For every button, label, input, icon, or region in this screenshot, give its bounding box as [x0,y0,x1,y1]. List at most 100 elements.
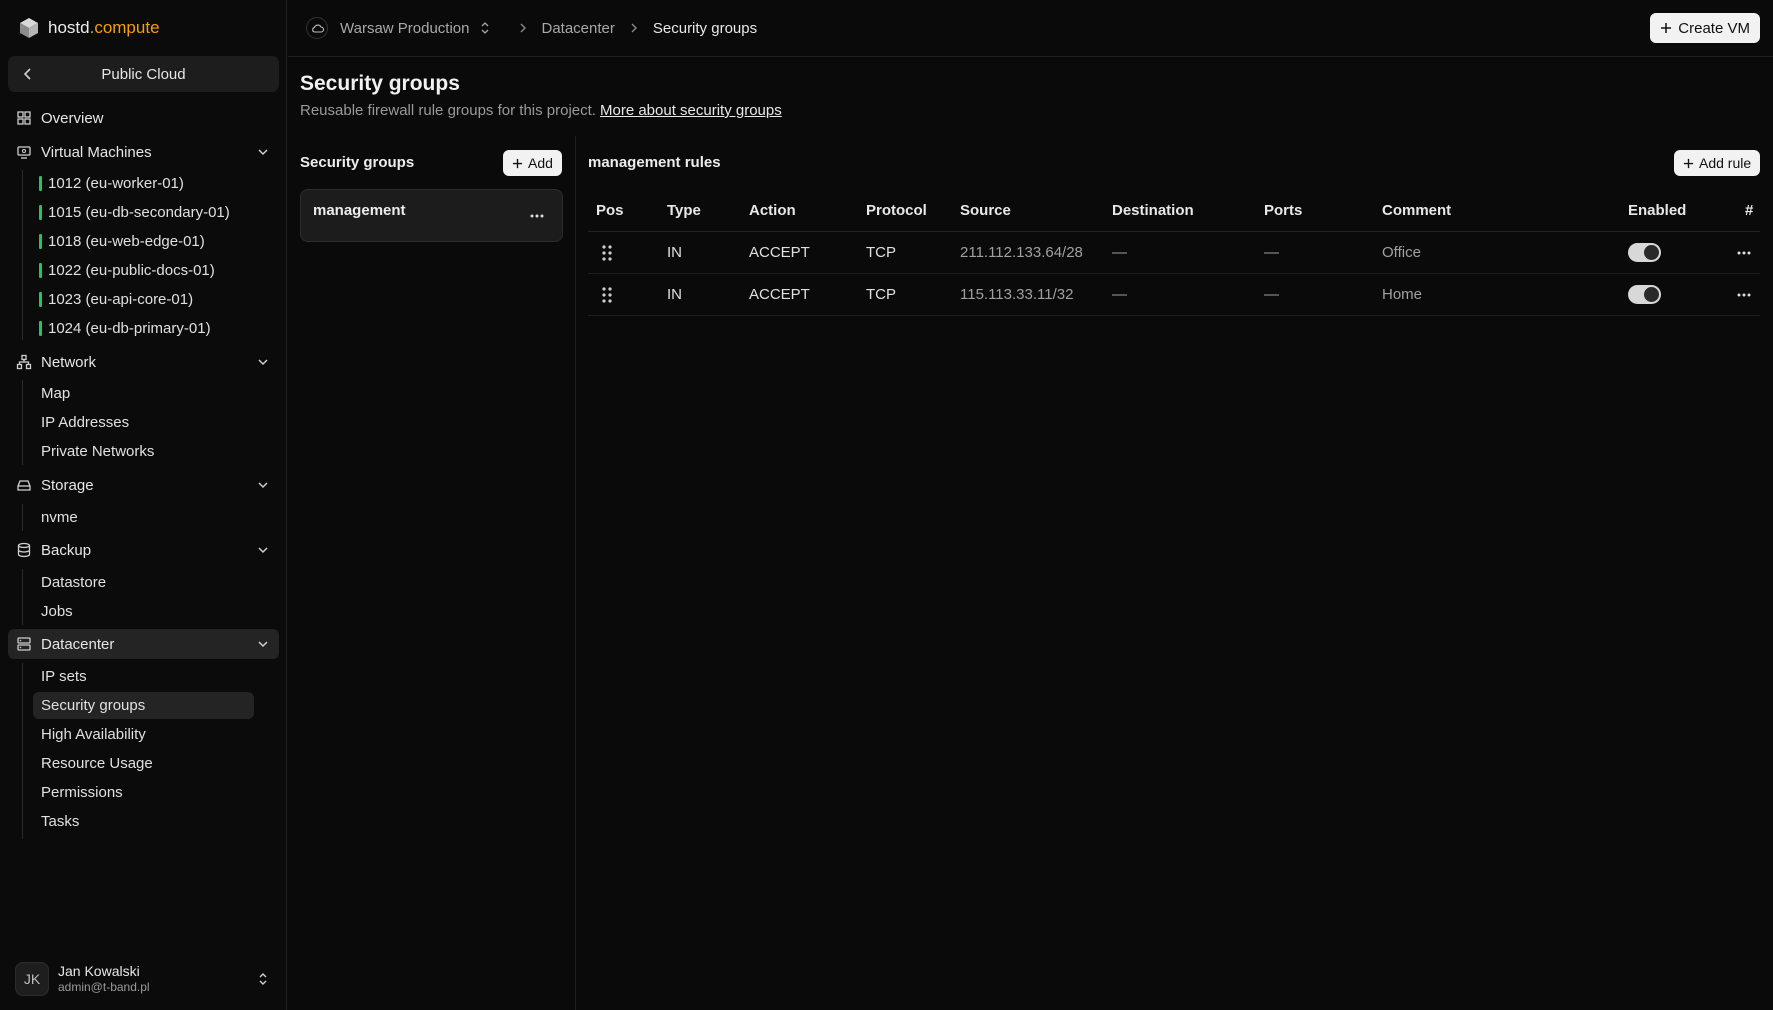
status-indicator [39,205,42,220]
nav-private-networks-label: Private Networks [41,443,155,460]
status-indicator [39,234,42,249]
panel-divider [575,136,576,1010]
rule-enabled-toggle[interactable] [1628,274,1661,315]
network-icon [16,354,32,370]
add-group-button[interactable]: Add [503,150,562,176]
vm-item-label: 1022 (eu-public-docs-01) [48,262,215,279]
chevron-down-icon [258,547,268,554]
brand-name: hostd [48,18,90,37]
nav-map[interactable]: Map [33,380,70,407]
breadcrumb: Warsaw Production Datacenter Security gr… [306,16,757,40]
col-pos: Pos [596,202,624,219]
rule-protocol: TCP [866,286,896,303]
nav-ip-addresses-label: IP Addresses [41,414,130,431]
project-switcher[interactable]: Warsaw Production [340,20,490,37]
rule-action: ACCEPT [749,244,810,261]
vm-item[interactable]: 1022 (eu-public-docs-01) [33,257,215,284]
chevron-right-icon [631,23,637,33]
nav-jobs[interactable]: Jobs [33,598,73,625]
nav-ip-addresses[interactable]: IP Addresses [33,409,129,436]
security-group-item[interactable]: management [300,189,563,242]
nav-high-availability[interactable]: High Availability [33,721,146,748]
nav-security-groups-label: Security groups [41,697,146,714]
col-enabled: Enabled [1628,202,1687,219]
nav-permissions[interactable]: Permissions [33,779,123,806]
rule-enabled-toggle[interactable] [1628,232,1661,273]
vm-item[interactable]: 1024 (eu-db-primary-01) [33,315,211,342]
backup-list: Datastore Jobs [22,569,106,625]
drag-handle-icon[interactable] [602,232,612,273]
chevrons-up-down-icon [481,22,488,34]
chevron-down-icon [258,149,268,156]
vm-item[interactable]: 1018 (eu-web-edge-01) [33,228,205,255]
network-list: Map IP Addresses Private Networks [22,380,154,465]
learn-more-link[interactable]: More about security groups [600,102,782,119]
rule-comment: Office [1382,244,1421,261]
page-subtitle-text: Reusable firewall rule groups for this p… [300,102,596,119]
nav-tasks-label: Tasks [41,813,80,830]
table-row: IN ACCEPT TCP 211.112.133.64/28 — — Offi… [588,232,1760,274]
chevron-right-icon [520,23,526,33]
hard-drive-icon [17,480,31,491]
nav-resource-usage-label: Resource Usage [41,755,153,772]
avatar: JK [15,962,49,996]
brand-logo[interactable]: hostd.compute [17,15,160,41]
nav-security-groups[interactable]: Security groups [33,692,254,719]
nav-ip-sets[interactable]: IP sets [33,663,87,690]
nav-resource-usage[interactable]: Resource Usage [33,750,153,777]
nav-network[interactable]: Network [8,347,279,377]
sidebar: hostd.compute Public Cloud Overview Virt… [0,0,287,1010]
nav-overview[interactable]: Overview [8,103,279,133]
create-vm-button[interactable]: Create VM [1650,13,1760,43]
rule-destination: — [1112,286,1127,303]
status-indicator [39,263,42,278]
nav-virtual-machines[interactable]: Virtual Machines [8,137,279,167]
nav-map-label: Map [41,385,71,402]
nav-tasks[interactable]: Tasks [33,808,79,835]
nav-private-networks[interactable]: Private Networks [33,438,154,465]
col-protocol: Protocol [866,202,927,219]
project-name: Warsaw Production [340,19,470,37]
rule-type: IN [667,286,682,303]
nav-nvme[interactable]: nvme [33,504,78,531]
col-destination: Destination [1112,202,1194,219]
add-rule-button[interactable]: Add rule [1674,150,1761,176]
vm-item-label: 1015 (eu-db-secondary-01) [48,204,230,221]
nav-storage[interactable]: Storage [8,470,279,500]
more-horizontal-icon[interactable] [530,214,544,218]
rule-action: ACCEPT [749,286,810,303]
monitor-icon [17,146,31,159]
nav-datacenter[interactable]: Datacenter [8,629,279,659]
col-actions: # [1745,202,1754,219]
more-horizontal-icon [1737,251,1751,254]
chevrons-up-down-icon [259,973,267,985]
page-title: Security groups [300,72,460,95]
user-menu[interactable]: JK Jan Kowalski admin@t-band.pl [15,962,277,996]
nav-datastore[interactable]: Datastore [33,569,106,596]
drag-handle-icon[interactable] [602,274,612,315]
nav-jobs-label: Jobs [41,603,73,620]
rule-more-button[interactable] [1737,274,1751,315]
groups-heading: Security groups [300,154,415,171]
col-action: Action [749,202,796,219]
status-indicator [39,321,42,336]
table-row: IN ACCEPT TCP 115.113.33.11/32 — — Home [588,274,1760,316]
rules-table: Pos Type Action Protocol Source Destinat… [588,190,1760,316]
nav-backup[interactable]: Backup [8,535,279,565]
breadcrumb-datacenter[interactable]: Datacenter [542,20,615,37]
nav-ip-sets-label: IP sets [41,668,87,685]
chevron-left-icon [23,68,31,80]
nav-permissions-label: Permissions [41,784,123,801]
vm-item[interactable]: 1012 (eu-worker-01) [33,170,184,197]
database-icon [17,542,31,558]
nav-high-availability-label: High Availability [41,726,146,743]
cloud-switcher[interactable]: Public Cloud [8,56,279,92]
vm-item[interactable]: 1023 (eu-api-core-01) [33,286,193,313]
cloud-switcher-label: Public Cloud [101,65,186,83]
rule-protocol: TCP [866,244,896,261]
vm-item[interactable]: 1015 (eu-db-secondary-01) [33,199,230,226]
create-vm-label: Create VM [1678,19,1750,37]
table-header: Pos Type Action Protocol Source Destinat… [588,190,1760,232]
rule-more-button[interactable] [1737,232,1751,273]
vm-item-label: 1024 (eu-db-primary-01) [48,320,211,337]
